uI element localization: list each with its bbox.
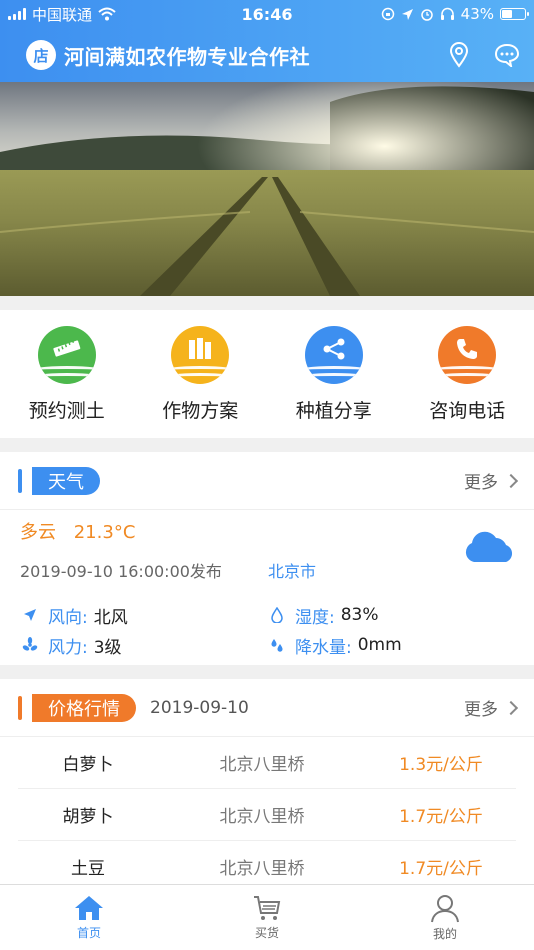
market-name: 北京八里桥 (219, 859, 305, 879)
price-header: 价格行情 2019-09-10 更多 (0, 679, 534, 737)
tab-label: 我的 (432, 927, 457, 941)
tab-label: 买货 (254, 926, 279, 940)
weather-header: 天气 更多 (0, 452, 534, 510)
screen-lock-icon (381, 7, 394, 21)
more-label: 更多 (464, 473, 498, 493)
cart-icon (254, 896, 281, 920)
precipitation-value: 0mm (357, 635, 402, 655)
tab-buy[interactable]: 买货 (178, 885, 356, 950)
shortcut-soil-test[interactable]: 预约测土 (7, 326, 127, 423)
chat-bubble-icon[interactable] (494, 42, 520, 68)
shortcut-grid: 预约测土 作物方案 种植分享 咨询电话 (0, 310, 534, 438)
weather-more-link[interactable]: 更多 (464, 468, 519, 493)
precipitation-label: 降水量: (295, 637, 352, 658)
shortcut-consult-phone[interactable]: 咨询电话 (407, 326, 527, 423)
price-date: 2019-09-10 (150, 697, 249, 718)
section-marker (18, 695, 22, 720)
fan-icon (20, 637, 40, 653)
tab-home[interactable]: 首页 (0, 885, 178, 950)
weather-temperature: 21.3°C (73, 522, 136, 543)
produce-name: 土豆 (71, 859, 105, 879)
humidity-label: 湿度: (295, 607, 335, 628)
phone-icon (438, 326, 497, 384)
section-marker (18, 468, 22, 493)
market-name: 北京八里桥 (219, 755, 305, 775)
location-arrow-icon (401, 8, 413, 20)
weather-city[interactable]: 北京市 (268, 558, 316, 582)
battery-percent: 43% (460, 5, 494, 23)
chevron-right-icon (503, 473, 519, 488)
wind-direction-icon (20, 608, 40, 622)
humidity-value: 83% (340, 605, 379, 625)
signal-icon (8, 8, 26, 20)
shortcut-label: 种植分享 (295, 400, 372, 422)
more-label: 更多 (464, 700, 498, 720)
wifi-icon (98, 7, 116, 21)
price-title: 价格行情 (32, 693, 136, 722)
market-name: 北京八里桥 (219, 807, 305, 827)
tab-label: 首页 (76, 926, 101, 940)
alarm-icon (420, 9, 433, 21)
shortcut-label: 预约测土 (28, 400, 105, 422)
nav-bar: 店 河间满如农作物专业合作社 (0, 28, 534, 82)
produce-price: 1.7元/公斤 (399, 807, 483, 827)
wind-direction-label: 风向: (48, 607, 88, 628)
produce-name: 胡萝卜 (62, 807, 114, 827)
produce-name: 白萝卜 (62, 755, 114, 775)
tab-mine[interactable]: 我的 (356, 885, 534, 950)
price-row[interactable]: 胡萝卜 北京八里桥 1.7元/公斤 (18, 789, 516, 841)
chevron-right-icon (503, 700, 519, 715)
user-icon (431, 895, 459, 923)
bottom-tab-bar: 首页 买货 我的 (0, 884, 534, 950)
shortcut-crop-plan[interactable]: 作物方案 (140, 326, 260, 423)
shop-logo-icon: 店 (26, 40, 56, 70)
weather-published-time: 2019-09-10 16:00:00发布 (20, 562, 222, 581)
produce-price: 1.3元/公斤 (399, 755, 483, 775)
books-icon (171, 326, 230, 384)
cloud-icon (465, 531, 513, 562)
price-row[interactable]: 白萝卜 北京八里桥 1.3元/公斤 (18, 737, 516, 789)
banner-image[interactable] (0, 82, 534, 296)
weather-body: 多云 21.3°C 2019-09-10 16:00:00发布 北京市 风向: … (0, 510, 534, 665)
location-pin-icon[interactable] (446, 42, 472, 68)
price-card: 价格行情 2019-09-10 更多 白萝卜 北京八里桥 1.3元/公斤 胡萝卜… (0, 679, 534, 893)
status-bar: 中国联通 16:46 43% (0, 0, 534, 28)
humidity-drop-icon (267, 607, 287, 623)
home-icon (75, 896, 103, 920)
battery-icon (500, 8, 529, 20)
produce-price: 1.7元/公斤 (399, 859, 483, 879)
shortcut-planting-share[interactable]: 种植分享 (274, 326, 394, 423)
shortcut-label: 作物方案 (162, 400, 239, 422)
carrier-label: 中国联通 (32, 5, 93, 24)
page-title: 河间满如农作物专业合作社 (64, 44, 310, 69)
headphones-icon (440, 7, 454, 20)
wind-power-value: 3级 (93, 637, 122, 658)
weather-card: 天气 更多 多云 21.3°C 2019-09-10 16:00:00发布 北京… (0, 452, 534, 665)
price-more-link[interactable]: 更多 (464, 695, 519, 720)
wind-power-label: 风力: (48, 637, 88, 658)
rain-drops-icon (267, 637, 287, 653)
clock: 16:46 (241, 4, 293, 24)
shortcut-label: 咨询电话 (429, 400, 506, 422)
weather-condition: 多云 (20, 522, 56, 543)
wind-direction-value: 北风 (93, 607, 128, 628)
share-icon (304, 326, 363, 384)
app-header: 中国联通 16:46 43% 店 河间满如农作物专业合作社 (0, 0, 534, 82)
weather-title: 天气 (32, 466, 100, 495)
ruler-soil-icon (37, 326, 96, 384)
